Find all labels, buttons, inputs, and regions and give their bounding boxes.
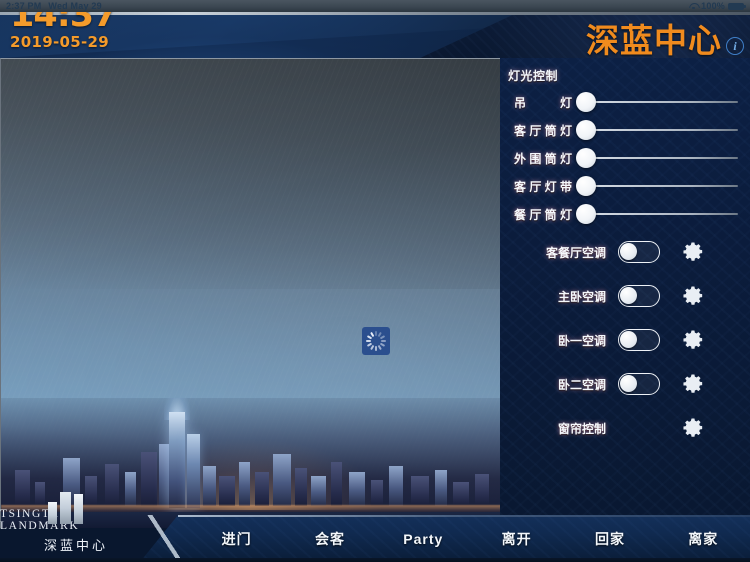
toggle-placeholder <box>618 417 660 439</box>
toggle-knob <box>620 375 637 392</box>
scene-button-1[interactable]: 进门 <box>190 529 283 549</box>
light-slider-row[interactable]: 餐厅筒灯 <box>500 201 750 227</box>
status-bar-date: Wed May 29 <box>48 1 102 11</box>
building <box>311 476 326 506</box>
logo-chinese-name: 深蓝中心 <box>43 538 108 553</box>
climate-row[interactable]: 客餐厅空调 <box>500 230 750 274</box>
climate-label: 卧二空调 <box>557 377 606 392</box>
slider-knob[interactable] <box>576 176 596 196</box>
slider-knob[interactable] <box>576 120 596 140</box>
light-slider-label: 吊灯 <box>514 95 572 110</box>
light-slider-label: 外围筒灯 <box>514 151 572 166</box>
light-slider[interactable] <box>576 117 744 143</box>
building <box>203 466 216 506</box>
climate-toggle[interactable] <box>618 373 660 395</box>
smart-home-app: 2:37 PM Wed May 29 100% 深蓝中心 i 14:37 201… <box>0 0 750 562</box>
loading-spinner <box>362 327 390 355</box>
spinner-spoke <box>366 340 371 342</box>
battery-icon <box>728 2 746 10</box>
climate-label: 窗帘控制 <box>557 421 606 436</box>
light-slider-list: 吊灯客厅筒灯外围筒灯客厅灯带餐厅筒灯 <box>500 89 750 229</box>
slider-track-line <box>586 157 738 159</box>
light-slider-label: 客厅灯带 <box>514 179 572 194</box>
climate-toggle[interactable] <box>618 329 660 351</box>
slider-knob[interactable] <box>576 92 596 112</box>
building <box>453 482 469 506</box>
climate-row[interactable]: 主卧空调 <box>500 274 750 318</box>
climate-toggle[interactable] <box>618 285 660 307</box>
building <box>273 454 291 506</box>
light-slider-row[interactable]: 客厅灯带 <box>500 173 750 199</box>
gear-icon[interactable] <box>682 373 704 395</box>
climate-row[interactable]: 卧二空调 <box>500 362 750 406</box>
climate-row[interactable]: 窗帘控制 <box>500 406 750 450</box>
building <box>349 472 365 506</box>
info-icon[interactable]: i <box>726 37 744 55</box>
light-slider[interactable] <box>576 201 744 227</box>
status-bar-time: 2:37 PM <box>6 1 42 11</box>
slider-track-line <box>586 213 738 215</box>
climate-row[interactable]: 卧一空调 <box>500 318 750 362</box>
slider-knob[interactable] <box>576 204 596 224</box>
slider-track-line <box>586 129 738 131</box>
building <box>389 466 403 506</box>
light-slider-label: 餐厅筒灯 <box>514 207 572 222</box>
gear-icon[interactable] <box>682 417 704 439</box>
gear-icon[interactable] <box>682 285 704 307</box>
slider-knob[interactable] <box>576 148 596 168</box>
landmark-tower-secondary <box>187 434 200 508</box>
scene-button-5[interactable]: 回家 <box>563 529 656 549</box>
spinner-spoke <box>375 346 377 351</box>
page-title: 深蓝中心 <box>586 21 722 58</box>
building <box>371 480 383 506</box>
gear-icon[interactable] <box>682 329 704 351</box>
building <box>239 462 250 506</box>
light-slider-label: 客厅筒灯 <box>514 123 572 138</box>
spinner-spoke <box>379 335 386 340</box>
battery-percent-label: 100% <box>701 1 725 11</box>
toggle-knob <box>620 287 637 304</box>
toggle-knob <box>620 331 637 348</box>
climate-label: 卧一空调 <box>557 333 606 348</box>
building <box>475 474 489 506</box>
scene-button-6[interactable]: 离家 <box>657 529 750 549</box>
light-slider[interactable] <box>576 145 744 171</box>
slider-track-line <box>586 101 738 103</box>
status-bar-right: 100% <box>689 1 746 11</box>
building <box>435 470 447 506</box>
scene-button-3[interactable]: Party <box>377 531 470 547</box>
building <box>219 476 235 506</box>
light-slider-row[interactable]: 外围筒灯 <box>500 145 750 171</box>
bottom-strip <box>0 558 750 562</box>
scene-button-list: 进门 会客 Party 离开 回家 离家 <box>190 515 750 562</box>
scene-button-4[interactable]: 离开 <box>470 529 563 549</box>
light-slider[interactable] <box>576 89 744 115</box>
building <box>255 472 269 506</box>
climate-toggle[interactable] <box>618 241 660 263</box>
climate-label: 客餐厅空调 <box>545 245 606 260</box>
toggle-knob <box>620 243 637 260</box>
status-bar-left: 2:37 PM Wed May 29 <box>6 1 102 11</box>
building <box>411 476 429 506</box>
light-slider-row[interactable]: 客厅筒灯 <box>500 117 750 143</box>
clock-date: 2019-05-29 <box>10 33 109 51</box>
light-slider[interactable] <box>576 173 744 199</box>
building <box>331 462 342 506</box>
ios-status-bar: 2:37 PM Wed May 29 100% <box>0 0 750 12</box>
light-control-title: 灯光控制 <box>508 69 559 83</box>
control-panel: 灯光控制 吊灯客厅筒灯外围筒灯客厅灯带餐厅筒灯 客餐厅空调主卧空调卧一空调卧二空… <box>500 58 750 528</box>
climate-label: 主卧空调 <box>557 289 606 304</box>
light-slider-row[interactable]: 吊灯 <box>500 89 750 115</box>
building <box>295 468 307 506</box>
render-viewport[interactable] <box>0 58 500 528</box>
climate-control-list: 客餐厅空调主卧空调卧一空调卧二空调窗帘控制 <box>500 230 750 450</box>
gear-icon[interactable] <box>682 241 704 263</box>
wifi-icon <box>689 2 698 10</box>
spinner-spoke <box>381 340 386 342</box>
slider-track-line <box>586 185 738 187</box>
spinner-spoke <box>370 344 375 351</box>
scene-button-2[interactable]: 会客 <box>283 529 376 549</box>
